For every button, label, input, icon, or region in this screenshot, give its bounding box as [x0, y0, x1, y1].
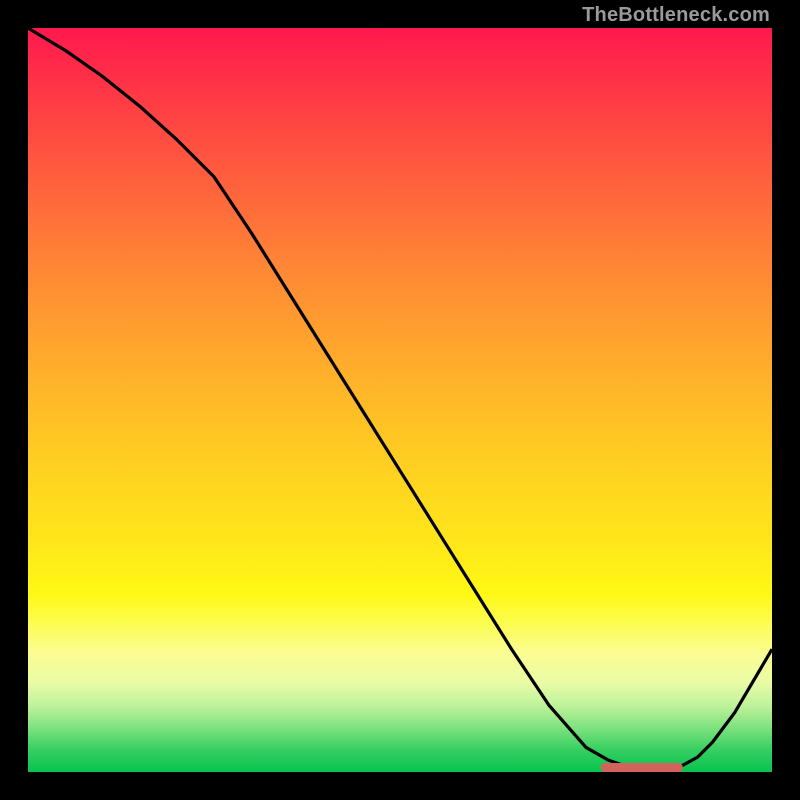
curve-svg — [28, 28, 772, 772]
watermark-text: TheBottleneck.com — [582, 4, 770, 27]
flat-bottom-marker — [601, 763, 683, 772]
chart-plot-area — [28, 28, 772, 772]
curve-line — [28, 28, 772, 768]
